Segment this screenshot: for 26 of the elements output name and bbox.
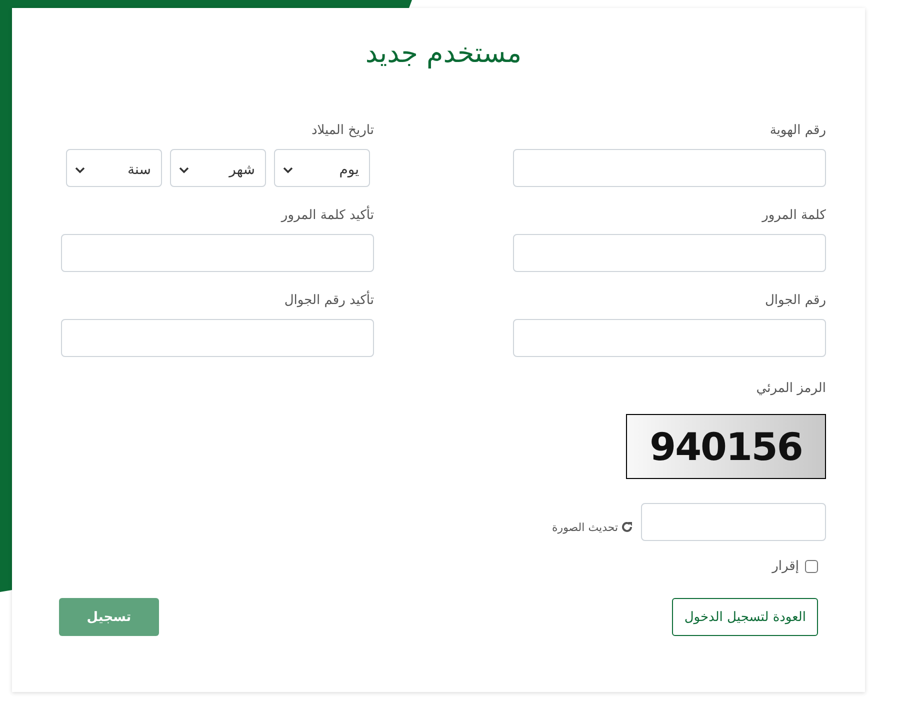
chevron-down-icon	[75, 166, 85, 174]
chevron-down-icon	[283, 166, 293, 174]
field-label: الرمز المرئي	[755, 380, 826, 398]
input-field[interactable]	[61, 319, 374, 357]
field-label: تأكيد رقم الجوال	[61, 291, 374, 310]
captcha-input[interactable]	[641, 503, 826, 541]
page-title: مستخدم جديد	[364, 38, 523, 69]
refresh-icon	[621, 521, 633, 533]
field-label: تاريخ الميلاد	[310, 122, 374, 140]
field-label: كلمة المرور	[760, 207, 826, 225]
input-field[interactable]	[513, 149, 826, 187]
dropdown[interactable]: سنة	[66, 149, 162, 187]
field-label: رقم الهوية	[768, 122, 826, 140]
input-field[interactable]	[61, 234, 374, 272]
dropdown[interactable]: شهر	[170, 149, 266, 187]
field-label: رقم الجوال	[764, 292, 826, 310]
captcha-code: 940156	[650, 424, 802, 468]
checkbox-label: إقرار	[772, 559, 799, 574]
field-label: تأكيد كلمة المرور	[61, 206, 374, 225]
chevron-down-icon	[179, 166, 189, 174]
dropdown[interactable]: يوم	[274, 149, 370, 187]
refresh-link[interactable]: تحديث الصورة	[552, 520, 633, 534]
back-to-login-button[interactable]: العودة لتسجيل الدخول	[672, 598, 818, 636]
input-field[interactable]	[513, 234, 826, 272]
checkbox[interactable]	[805, 560, 818, 573]
input-field[interactable]	[513, 319, 826, 357]
